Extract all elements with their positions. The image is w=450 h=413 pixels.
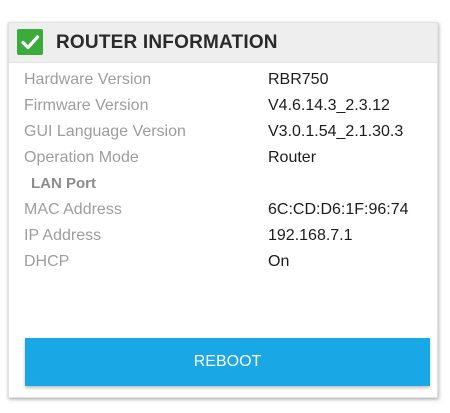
info-value: On — [268, 253, 290, 270]
info-row-ip-address: IP Address 192.168.7.1 — [24, 225, 429, 247]
info-label: MAC Address — [24, 201, 122, 218]
info-value: V4.6.14.3_2.3.12 — [268, 97, 390, 114]
info-value: 6C:CD:D6:1F:96:74 — [268, 201, 409, 218]
info-row-gui-language-version: GUI Language Version V3.0.1.54_2.1.30.3 — [24, 121, 429, 143]
check-icon — [17, 29, 43, 55]
panel-title: ROUTER INFORMATION — [56, 32, 278, 53]
info-value: Router — [268, 149, 317, 166]
reboot-button[interactable]: REBOOT — [25, 338, 430, 386]
info-label: Operation Mode — [24, 149, 139, 166]
info-label: DHCP — [24, 253, 70, 270]
router-information-panel: ROUTER INFORMATION Hardware Version RBR7… — [8, 22, 438, 398]
panel-header: ROUTER INFORMATION — [9, 23, 437, 63]
info-value: V3.0.1.54_2.1.30.3 — [268, 123, 404, 140]
info-row-operation-mode: Operation Mode Router — [24, 147, 429, 169]
info-label: Hardware Version — [24, 71, 152, 88]
info-label: IP Address — [24, 227, 102, 244]
info-value: RBR750 — [268, 71, 329, 88]
info-row-hardware-version: Hardware Version RBR750 — [24, 69, 429, 91]
info-label: GUI Language Version — [24, 123, 186, 140]
info-label: Firmware Version — [24, 97, 149, 114]
info-value: 192.168.7.1 — [268, 227, 353, 244]
info-row-dhcp: DHCP On — [24, 251, 429, 273]
lan-port-heading: LAN Port — [31, 175, 96, 192]
info-row-mac-address: MAC Address 6C:CD:D6:1F:96:74 — [24, 199, 429, 221]
info-row-firmware-version: Firmware Version V4.6.14.3_2.3.12 — [24, 95, 429, 117]
